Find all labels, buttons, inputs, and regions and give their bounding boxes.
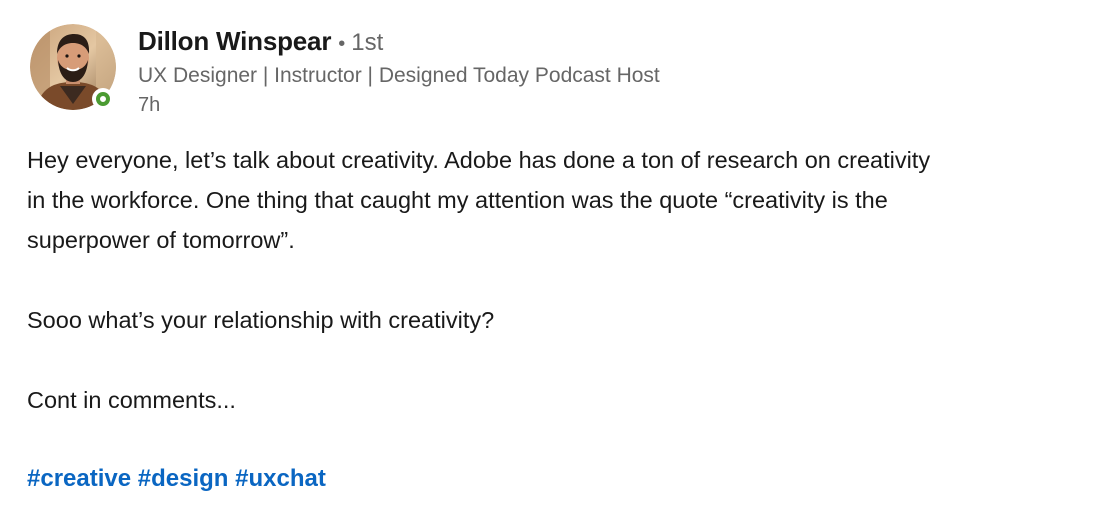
post-line-3: superpower of tomorrow”.	[27, 227, 295, 253]
online-status-icon	[92, 88, 114, 110]
author-name[interactable]: Dillon Winspear	[138, 26, 331, 57]
author-headline: UX Designer | Instructor | Designed Toda…	[138, 64, 660, 87]
separator-bullet: •	[338, 33, 346, 55]
author-name-row: Dillon Winspear • 1st	[138, 26, 660, 60]
post-question: Sooo what’s your relationship with creat…	[27, 307, 495, 333]
post-header: Dillon Winspear • 1st UX Designer | Inst…	[30, 24, 660, 118]
avatar[interactable]	[30, 24, 116, 110]
author-meta: Dillon Winspear • 1st UX Designer | Inst…	[138, 26, 660, 118]
post-timestamp[interactable]: 7h	[138, 92, 660, 118]
post-line-2: in the workforce. One thing that caught …	[27, 187, 888, 213]
presence-ring	[96, 92, 110, 106]
hashtag-link[interactable]: #design	[138, 465, 229, 492]
post-continuation: Cont in comments...	[27, 387, 236, 413]
post-body: Hey everyone, let’s talk about creativit…	[27, 140, 1077, 420]
post-line-1: Hey everyone, let’s talk about creativit…	[27, 147, 931, 173]
hashtag-list: #creative #design #uxchat	[27, 459, 326, 499]
feed-post: Dillon Winspear • 1st UX Designer | Inst…	[0, 0, 1093, 515]
hashtag-link[interactable]: #creative	[27, 465, 131, 492]
connection-degree: 1st	[351, 29, 384, 56]
hashtag-link[interactable]: #uxchat	[235, 465, 326, 492]
